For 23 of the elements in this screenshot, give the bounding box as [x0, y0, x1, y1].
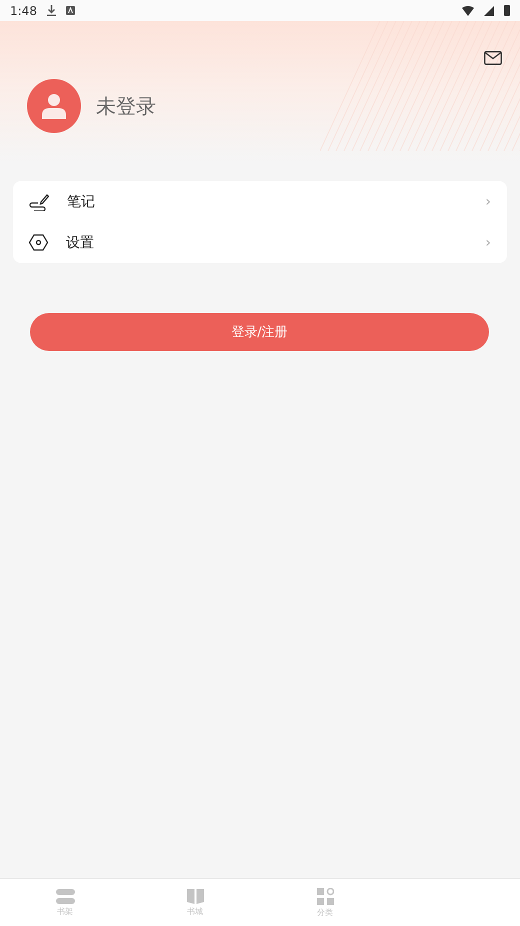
- settings-icon: [29, 234, 48, 251]
- status-time: 1:48: [10, 4, 37, 18]
- nav-tab[interactable]: 分类: [260, 879, 390, 926]
- nav-tab[interactable]: 书城: [130, 879, 260, 926]
- wifi-icon: [462, 6, 474, 16]
- pen-icon: [29, 192, 49, 210]
- mail-icon[interactable]: [484, 51, 502, 65]
- menu-item[interactable]: 笔记 ›: [13, 181, 507, 222]
- shelf-icon: [56, 888, 74, 904]
- person-icon: [41, 93, 67, 119]
- login-button[interactable]: 登录/注册: [30, 313, 489, 351]
- login-status: 未登录: [96, 92, 156, 120]
- chevron-icon: ›: [485, 194, 491, 210]
- download-icon: [46, 5, 56, 16]
- nav-tab[interactable]: 书架: [0, 879, 130, 926]
- signal-icon: [484, 6, 494, 16]
- battery-icon: [504, 5, 510, 16]
- chevron-icon: ›: [485, 234, 491, 250]
- menu-item[interactable]: 设置 ›: [13, 222, 507, 263]
- book-icon: [186, 888, 204, 904]
- keyboard-icon: [66, 6, 75, 15]
- grid-icon: [316, 888, 334, 904]
- avatar[interactable]: [27, 79, 81, 133]
